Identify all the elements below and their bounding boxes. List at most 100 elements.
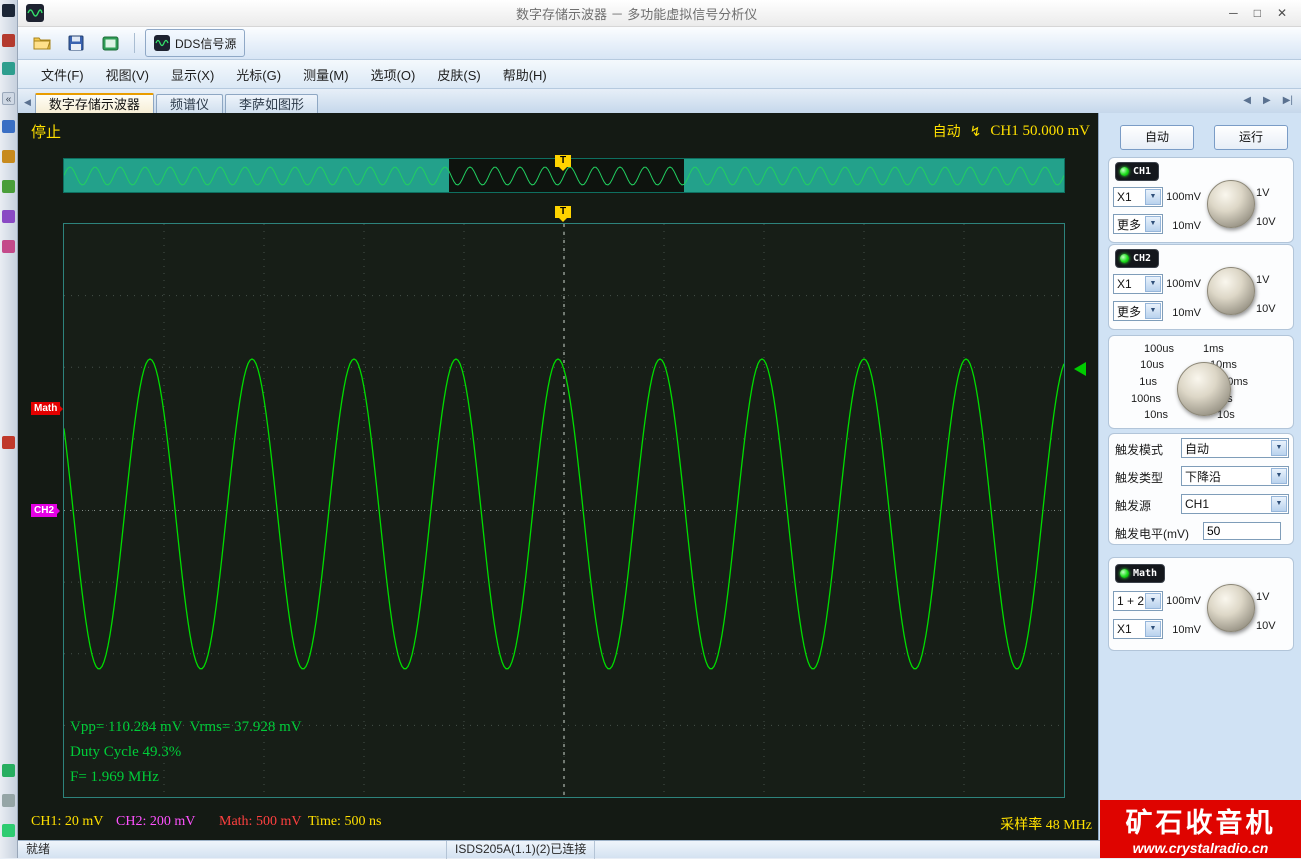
menu-display[interactable]: 显示(X) <box>160 60 225 89</box>
ch2-group: CH2 X1 ▼ 更多 ▼ 100mV 1V 10mV 10V <box>1108 244 1294 330</box>
ch1-scale-label: CH1: 20 mV <box>31 814 103 830</box>
menu-file[interactable]: 文件(F) <box>30 60 95 89</box>
dock-icon[interactable] <box>2 210 15 223</box>
tab-scroll-end-icon[interactable]: ▶| <box>1283 95 1293 106</box>
waveform-plot[interactable] <box>63 223 1065 798</box>
run-state-label: 停止 <box>31 121 61 142</box>
open-folder-icon <box>33 35 51 51</box>
math-range-10v: 10V <box>1256 620 1276 632</box>
ch2-volts-knob[interactable] <box>1207 267 1255 315</box>
math-label: Math <box>1133 566 1157 581</box>
toolbar-separator <box>134 33 135 53</box>
tab-scroll-left-icon[interactable]: ◀ <box>1243 95 1251 106</box>
tb-1ms: 1ms <box>1203 343 1224 355</box>
ch2-channel-marker[interactable]: CH2 <box>31 504 57 517</box>
trigger-type-field-label: 触发类型 <box>1115 469 1163 486</box>
measurement-duty-cycle: Duty Cycle 49.3% <box>70 744 181 761</box>
trigger-mode-value: 自动 <box>1182 440 1270 457</box>
window-controls: ─ □ ✕ <box>1229 4 1293 22</box>
menu-help[interactable]: 帮助(H) <box>492 60 558 89</box>
ch2-more-select[interactable]: 更多 ▼ <box>1113 301 1163 321</box>
trigger-group: 触发模式 自动 ▼ 触发类型 下降沿 ▼ 触发源 CH1 ▼ 触发电平(mV) <box>1108 433 1294 545</box>
ch1-more-value: 更多 <box>1114 216 1144 233</box>
tab-scroll-right-icon[interactable]: ▶ <box>1263 95 1271 106</box>
app-icon <box>26 4 44 22</box>
watermark-url: www.crystalradio.cn <box>1100 840 1301 856</box>
math-gain-select[interactable]: X1 ▼ <box>1113 619 1163 639</box>
dock-icon[interactable] <box>2 62 15 75</box>
dock-icon[interactable] <box>2 150 15 163</box>
math-range-100mv: 100mV <box>1159 595 1201 607</box>
dock-icon[interactable] <box>2 764 15 777</box>
ch2-range-10v: 10V <box>1256 303 1276 315</box>
workspace: 停止 自动 ↯ CH1 50.000 mV T T Math CH2 Vpp= … <box>18 113 1301 840</box>
trigger-edge-icon: ↯ <box>970 123 982 140</box>
dock-collapse-icon[interactable]: « <box>2 92 15 105</box>
watermark-title: 矿石收音机 <box>1100 801 1301 840</box>
trigger-mode-select[interactable]: 自动 ▼ <box>1181 438 1289 458</box>
trigger-level-field-label: 触发电平(mV) <box>1115 525 1189 542</box>
timebase-label: Time: 500 ns <box>308 814 381 830</box>
ch2-scale-label: CH2: 200 mV <box>116 814 195 830</box>
ch1-more-select[interactable]: 更多 ▼ <box>1113 214 1163 234</box>
dds-signal-source-button[interactable]: DDS信号源 <box>145 29 245 57</box>
dock-icon[interactable] <box>2 4 15 17</box>
close-button[interactable]: ✕ <box>1277 4 1287 22</box>
save-button[interactable] <box>62 29 90 57</box>
ch1-level-marker-icon[interactable] <box>1067 362 1086 376</box>
math-volts-knob[interactable] <box>1207 584 1255 632</box>
menu-measure[interactable]: 测量(M) <box>292 60 360 89</box>
tab-lissajous[interactable]: 李萨如图形 <box>225 94 318 115</box>
dock-icon[interactable] <box>2 436 15 449</box>
open-file-button[interactable] <box>28 29 56 57</box>
toolbar: DDS信号源 <box>18 27 1301 60</box>
chevron-down-icon: ▼ <box>1271 496 1287 512</box>
ch1-label: CH1 <box>1133 164 1151 179</box>
menu-options[interactable]: 选项(O) <box>360 60 427 89</box>
trigger-position-marker[interactable]: T <box>555 206 571 218</box>
auto-button[interactable]: 自动 <box>1120 125 1194 150</box>
math-operation-select[interactable]: 1 + 2 ▼ <box>1113 591 1163 611</box>
menu-cursor[interactable]: 光标(G) <box>225 60 292 89</box>
dock-icon[interactable] <box>2 824 15 837</box>
ch2-enable-button[interactable]: CH2 <box>1115 249 1159 268</box>
dock-icon[interactable] <box>2 120 15 133</box>
ch2-led-icon <box>1120 254 1129 263</box>
tab-oscilloscope[interactable]: 数字存储示波器 <box>35 93 154 115</box>
tb-10ns: 10ns <box>1144 409 1168 421</box>
ch1-probe-select[interactable]: X1 ▼ <box>1113 187 1163 207</box>
dock-icon[interactable] <box>2 794 15 807</box>
trigger-source-field-label: 触发源 <box>1115 497 1151 514</box>
ch2-range-1v: 1V <box>1256 274 1269 286</box>
scope-window-button[interactable] <box>96 29 124 57</box>
dock-icon[interactable] <box>2 34 15 47</box>
menu-view[interactable]: 视图(V) <box>95 60 160 89</box>
main-waveform <box>64 224 1064 797</box>
dds-button-label: DDS信号源 <box>175 35 236 52</box>
menu-skin[interactable]: 皮肤(S) <box>426 60 491 89</box>
trigger-info: 自动 ↯ CH1 50.000 mV <box>933 121 1090 141</box>
math-enable-button[interactable]: Math <box>1115 564 1165 583</box>
ch2-probe-select[interactable]: X1 ▼ <box>1113 274 1163 294</box>
desktop-dock: « <box>0 0 18 858</box>
trigger-level-input[interactable] <box>1203 522 1281 540</box>
timebase-knob[interactable] <box>1177 362 1231 416</box>
overview-trigger-marker[interactable]: T <box>555 155 571 167</box>
minimize-button[interactable]: ─ <box>1229 4 1238 22</box>
ch1-enable-button[interactable]: CH1 <box>1115 162 1159 181</box>
trigger-source-select[interactable]: CH1 ▼ <box>1181 494 1289 514</box>
ch1-led-icon <box>1120 167 1129 176</box>
math-channel-marker[interactable]: Math <box>31 402 60 415</box>
maximize-button[interactable]: □ <box>1254 4 1261 22</box>
tab-collapse-icon[interactable]: ◀ <box>20 97 35 108</box>
tb-1us: 1us <box>1139 376 1157 388</box>
ch2-range-10mv: 10mV <box>1159 307 1201 319</box>
run-button[interactable]: 运行 <box>1214 125 1288 150</box>
ch1-volts-knob[interactable] <box>1207 180 1255 228</box>
trigger-type-select[interactable]: 下降沿 ▼ <box>1181 466 1289 486</box>
timebase-group: 100us 10us 1us 100ns 10ns 1ms 10ms 100ms… <box>1108 335 1294 429</box>
dock-icon[interactable] <box>2 240 15 253</box>
dock-icon[interactable] <box>2 180 15 193</box>
tab-spectrum-analyzer[interactable]: 频谱仪 <box>156 94 223 115</box>
tb-100ns: 100ns <box>1131 393 1161 405</box>
